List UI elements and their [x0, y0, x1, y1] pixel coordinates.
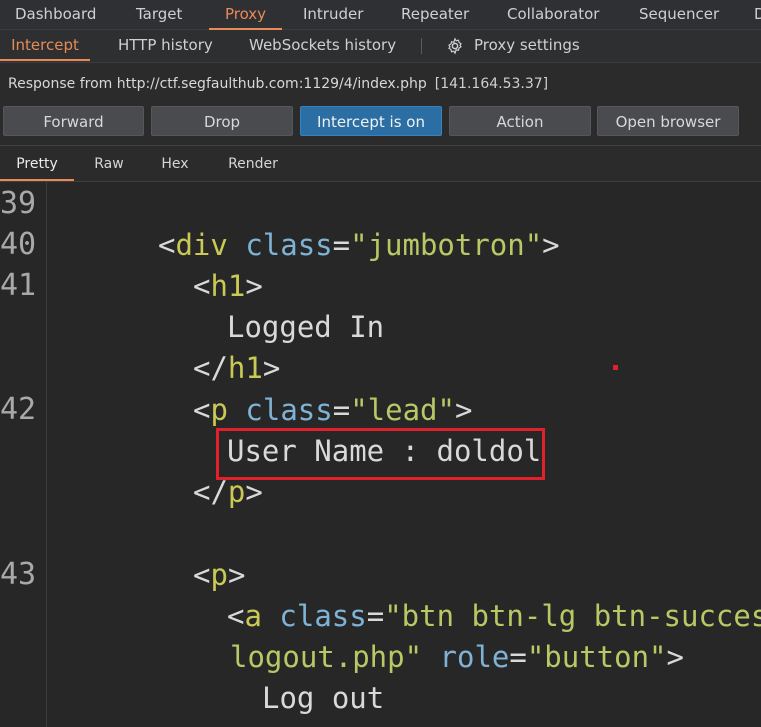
- proxy-settings-link[interactable]: Proxy settings: [474, 30, 580, 61]
- code-string: "btn btn-lg btn-succes: [384, 599, 761, 633]
- action-button[interactable]: Action: [449, 106, 591, 136]
- tab-target[interactable]: Target: [136, 0, 182, 30]
- open-browser-button[interactable]: Open browser: [597, 106, 739, 136]
- code-line-41: <h1>: [193, 269, 263, 303]
- code-line-40: <div class="jumbotron">: [158, 228, 560, 262]
- view-tabs: Pretty Raw Hex Render: [0, 146, 761, 181]
- intercept-toolbar: Forward Drop Intercept is on Action Open…: [0, 106, 761, 138]
- tab-render[interactable]: Render: [214, 146, 292, 181]
- code-line-42: <p class="lead">: [193, 393, 473, 427]
- code-string: logout.php": [230, 640, 423, 674]
- intercept-toggle-button[interactable]: Intercept is on: [300, 106, 442, 136]
- line-number: 42: [0, 392, 37, 427]
- line-number: 40: [0, 227, 37, 262]
- code-attr: class: [279, 599, 367, 633]
- tab-raw[interactable]: Raw: [80, 146, 138, 181]
- code-string: "button": [526, 640, 667, 674]
- tab-dashboard[interactable]: Dashboard: [15, 0, 96, 30]
- code-attr: role: [439, 640, 510, 674]
- code-attr: class: [245, 228, 333, 262]
- subnav-separator: [421, 38, 422, 54]
- code-tag: a: [244, 599, 262, 633]
- tab-http-history[interactable]: HTTP history: [118, 30, 213, 61]
- proxy-subnav: Intercept HTTP history WebSockets histor…: [0, 30, 761, 63]
- code-text: Logged In: [227, 310, 385, 344]
- gutter-divider: [46, 182, 47, 727]
- drop-button[interactable]: Drop: [151, 106, 293, 136]
- tab-websockets-history[interactable]: WebSockets history: [249, 30, 396, 61]
- top-nav: Dashboard Target Proxy Intruder Repeater…: [0, 0, 761, 30]
- line-number: 41: [0, 268, 37, 303]
- line-number: 39: [0, 186, 37, 221]
- tab-collaborator[interactable]: Collaborator: [507, 0, 599, 30]
- response-url-text: Response from http://ctf.segfaulthub.com…: [8, 76, 427, 92]
- code-string: "jumbotron": [350, 228, 543, 262]
- code-tag: div: [175, 228, 228, 262]
- tab-intercept[interactable]: Intercept: [0, 30, 90, 61]
- code-tag: p: [210, 393, 228, 427]
- tab-hex[interactable]: Hex: [147, 146, 203, 181]
- code-text-logout: Log out: [262, 681, 385, 715]
- code-attr: class: [245, 393, 333, 427]
- tab-truncated[interactable]: D: [754, 0, 761, 30]
- gear-icon[interactable]: [446, 37, 464, 55]
- code-tag: p: [210, 558, 228, 592]
- code-line-43-href: logout.php" role="button">: [230, 640, 684, 674]
- code-line-43: <p>: [193, 558, 246, 592]
- forward-button[interactable]: Forward: [3, 106, 144, 136]
- red-dot-marker: [613, 365, 618, 370]
- tab-pretty[interactable]: Pretty: [0, 146, 74, 181]
- highlight-box: [216, 428, 545, 480]
- tab-intruder[interactable]: Intruder: [303, 0, 363, 30]
- code-line-43-anchor: <a class="btn btn-lg btn-succes: [227, 596, 761, 636]
- code-tag: p: [227, 475, 246, 509]
- response-info: Response from http://ctf.segfaulthub.com…: [8, 76, 548, 92]
- response-editor[interactable]: 39 40 41 42 43 <div class="jumbotron"> <…: [0, 181, 761, 727]
- tab-proxy[interactable]: Proxy: [209, 0, 282, 30]
- tab-repeater[interactable]: Repeater: [401, 0, 469, 30]
- line-number: 43: [0, 557, 37, 592]
- code-tag: h1: [210, 269, 246, 303]
- code-string: "lead": [350, 393, 455, 427]
- response-ip: [141.164.53.37]: [434, 76, 549, 92]
- code-line-41-close: </h1>: [193, 351, 281, 385]
- code-tag: h1: [227, 351, 263, 385]
- tab-sequencer[interactable]: Sequencer: [639, 0, 719, 30]
